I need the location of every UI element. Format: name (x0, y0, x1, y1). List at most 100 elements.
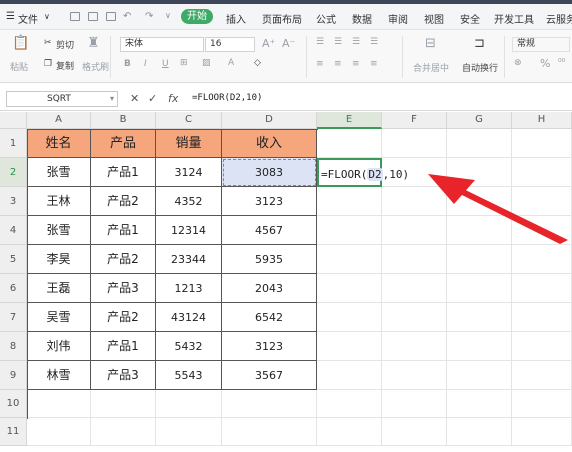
column-header-D[interactable]: D (222, 112, 317, 129)
table-cell[interactable]: 产品1 (91, 216, 156, 245)
cell[interactable] (382, 129, 447, 158)
align-middle-icon[interactable]: ☰ (334, 37, 342, 47)
font-size-select[interactable]: 16 (205, 37, 255, 52)
cell[interactable] (447, 418, 512, 446)
cell[interactable] (317, 361, 382, 390)
table-cell[interactable]: 林雪 (27, 361, 91, 390)
column-header-E[interactable]: E (317, 112, 382, 129)
cell[interactable] (382, 274, 447, 303)
row-header-7[interactable]: 7 (0, 303, 27, 332)
cell[interactable] (447, 361, 512, 390)
cell[interactable] (512, 274, 572, 303)
cell[interactable] (447, 303, 512, 332)
paste-button[interactable]: 粘贴 (10, 60, 28, 73)
cell[interactable] (317, 332, 382, 361)
tab-view[interactable]: 视图 (424, 11, 444, 26)
cell[interactable] (512, 187, 572, 216)
number-format-select[interactable]: 常规 (512, 37, 570, 52)
table-cell[interactable]: 产品1 (91, 158, 156, 187)
table-cell[interactable]: 2043 (222, 274, 317, 303)
table-cell[interactable]: 23344 (156, 245, 222, 274)
tab-cloud[interactable]: 云服务 (546, 11, 572, 26)
fill-color-icon[interactable]: ▨ (202, 58, 211, 68)
hamburger-icon[interactable]: ☰ (6, 11, 15, 22)
table-cell[interactable]: 王磊 (27, 274, 91, 303)
table-cell[interactable]: 3123 (222, 187, 317, 216)
cancel-formula-button[interactable]: ✕ (130, 92, 139, 105)
column-header-H[interactable]: H (512, 112, 572, 129)
cell[interactable] (512, 158, 572, 187)
table-cell[interactable]: 产品2 (91, 187, 156, 216)
justify-icon[interactable]: ≡ (370, 59, 378, 69)
row-header-11[interactable]: 11 (0, 418, 27, 446)
row-header-5[interactable]: 5 (0, 245, 27, 274)
cell[interactable] (447, 245, 512, 274)
italic-icon[interactable]: I (144, 59, 147, 69)
wrap-text-icon[interactable]: ⊐ (474, 36, 485, 51)
redo-icon[interactable]: ↷ (145, 11, 153, 22)
cell[interactable] (156, 390, 222, 418)
row-header-2[interactable]: 2 (0, 158, 27, 187)
thousands-icon[interactable]: ⁰⁰ (558, 58, 565, 68)
name-box[interactable]: SQRT (6, 91, 118, 107)
table-cell[interactable]: 43124 (156, 303, 222, 332)
cell[interactable] (447, 187, 512, 216)
cell[interactable] (222, 390, 317, 418)
cell[interactable] (512, 129, 572, 158)
table-header-cell[interactable]: 销量 (156, 129, 222, 158)
tab-review[interactable]: 审阅 (388, 11, 408, 26)
formula-input[interactable]: =FLOOR(D2,10) (192, 93, 262, 103)
cell[interactable] (156, 418, 222, 446)
row-header-3[interactable]: 3 (0, 187, 27, 216)
active-cell-e2[interactable]: =FLOOR(D2,10) (317, 158, 409, 187)
clear-format-icon[interactable]: ◇ (254, 58, 261, 68)
copy-button[interactable]: 复制 (56, 59, 74, 72)
cell[interactable] (91, 390, 156, 418)
cell[interactable] (27, 390, 91, 418)
cell[interactable] (382, 303, 447, 332)
font-grow-icon[interactable]: A⁺ (262, 37, 275, 50)
table-cell[interactable]: 产品3 (91, 361, 156, 390)
cell[interactable] (317, 129, 382, 158)
tab-home[interactable]: 开始 (181, 9, 213, 24)
wrap-text-button[interactable]: 自动换行 (462, 61, 498, 74)
insert-function-button[interactable]: fx (168, 92, 178, 105)
save-icon[interactable] (70, 12, 80, 21)
column-header-B[interactable]: B (91, 112, 156, 129)
table-cell[interactable]: 12314 (156, 216, 222, 245)
tab-page-layout[interactable]: 页面布局 (262, 11, 302, 26)
cell[interactable] (317, 303, 382, 332)
tab-developer[interactable]: 开发工具 (494, 11, 534, 26)
align-left-icon[interactable]: ≡ (316, 59, 324, 69)
table-cell[interactable]: 吴雪 (27, 303, 91, 332)
table-cell[interactable]: 4567 (222, 216, 317, 245)
align-right-icon[interactable]: ≡ (352, 59, 360, 69)
bold-icon[interactable]: B (124, 59, 131, 69)
cell[interactable] (447, 332, 512, 361)
format-painter-icon[interactable]: ♜ (87, 35, 100, 51)
table-cell[interactable]: 产品2 (91, 303, 156, 332)
border-icon[interactable]: ⊞ (180, 58, 188, 68)
customize-icon[interactable]: ∨ (165, 11, 171, 20)
cell[interactable] (382, 187, 447, 216)
table-cell[interactable]: 王林 (27, 187, 91, 216)
select-all-corner[interactable] (0, 112, 27, 129)
font-shrink-icon[interactable]: A⁻ (282, 37, 295, 50)
cell[interactable] (382, 216, 447, 245)
row-header-10[interactable]: 10 (0, 390, 27, 418)
tab-insert[interactable]: 插入 (226, 11, 246, 26)
column-header-G[interactable]: G (447, 112, 512, 129)
cell[interactable] (317, 245, 382, 274)
table-cell[interactable]: 5432 (156, 332, 222, 361)
column-header-F[interactable]: F (382, 112, 447, 129)
table-cell[interactable]: 产品3 (91, 274, 156, 303)
referenced-cell-d2[interactable]: 3083 (222, 158, 317, 187)
confirm-formula-button[interactable]: ✓ (148, 92, 157, 105)
print-preview-icon[interactable] (106, 12, 116, 21)
table-cell[interactable]: 5543 (156, 361, 222, 390)
cell[interactable] (382, 418, 447, 446)
cell[interactable] (317, 187, 382, 216)
spreadsheet-grid[interactable]: A B C D E F G H 1 2 3 4 5 6 7 8 9 10 11 姓名 产品 销量 收入 张雪 产品1 3124 30… (0, 112, 572, 452)
cell[interactable] (382, 361, 447, 390)
cell[interactable] (512, 245, 572, 274)
